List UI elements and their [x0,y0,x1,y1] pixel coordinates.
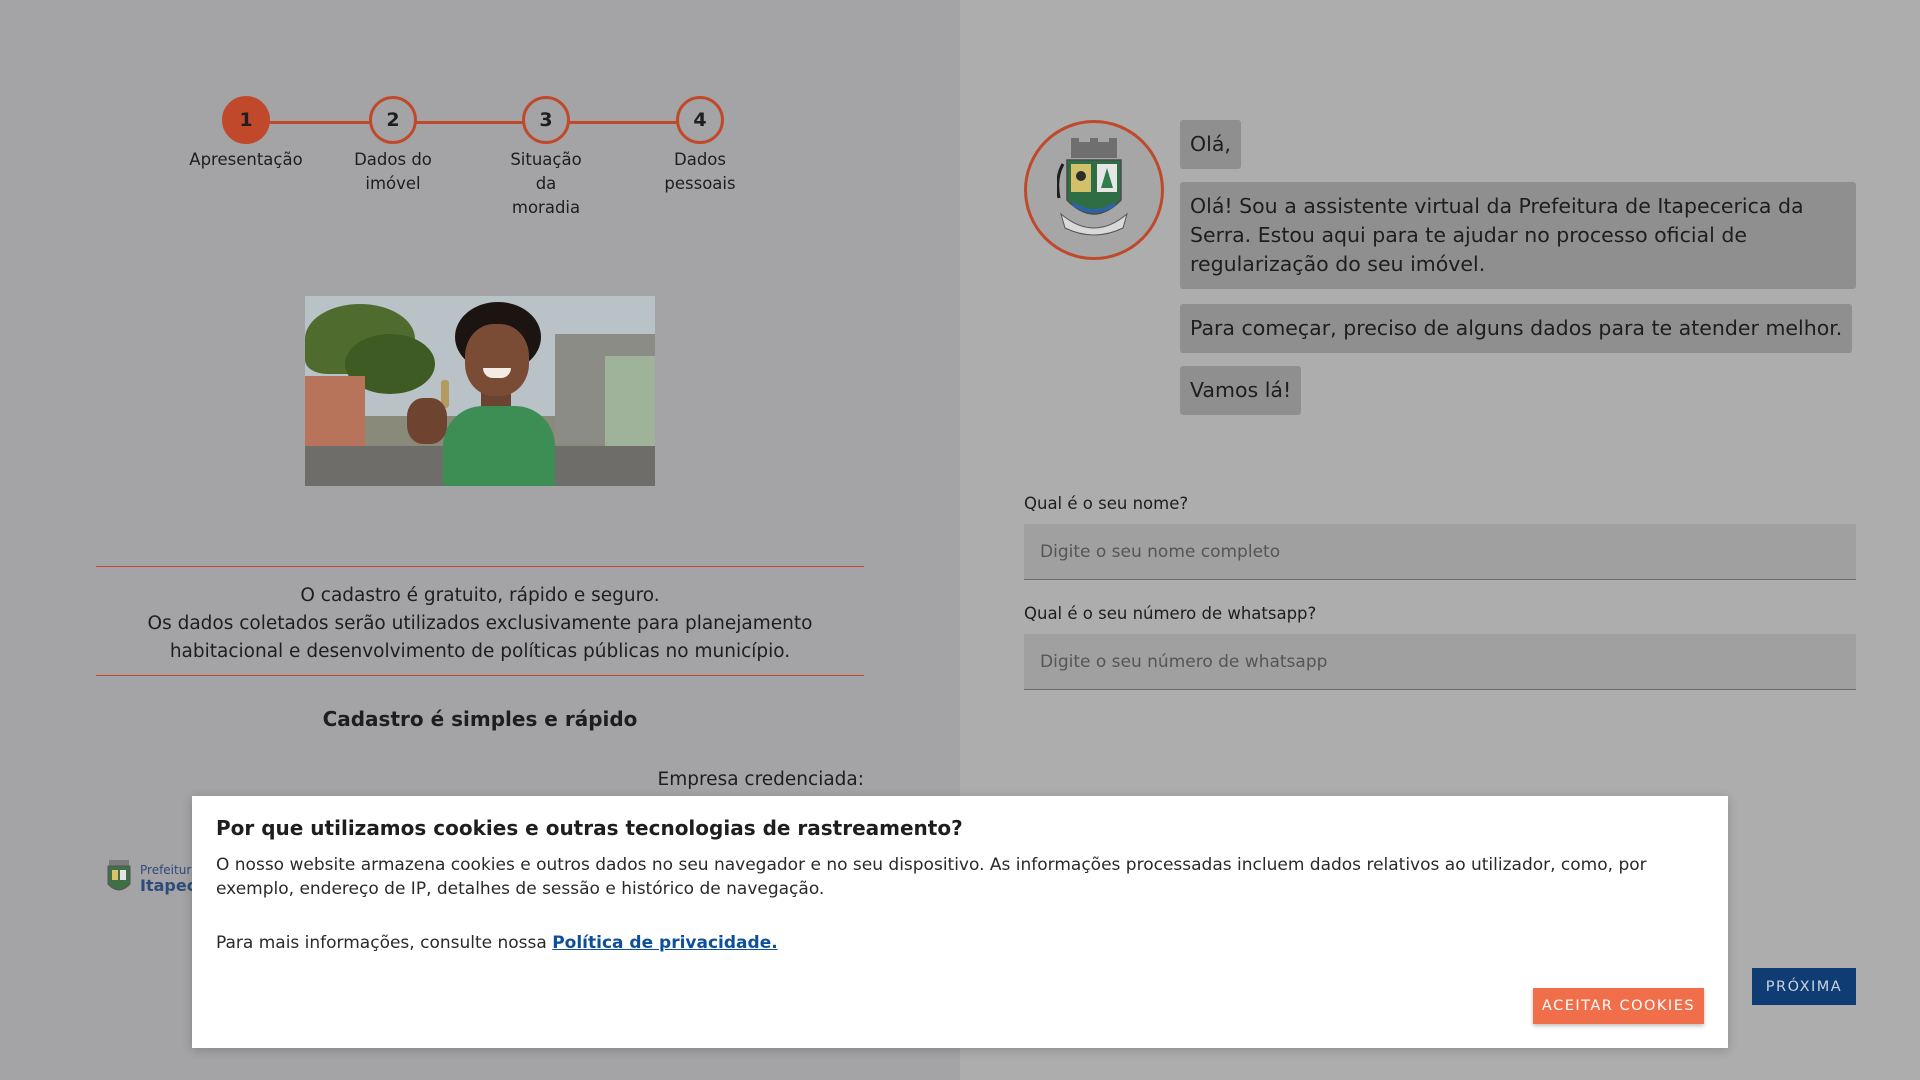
step-label: Apresentação [189,150,303,169]
step-3[interactable]: 3 Situação da moradia [506,96,586,220]
chat-message-4: Vamos lá! [1180,366,1302,415]
logo-text: Prefeitura Itapec [140,862,199,895]
step-4[interactable]: 4 Dados pessoais [650,96,750,196]
cookie-text: O nosso website armazena cookies e outro… [216,855,1647,899]
cookie-more-prefix: Para mais informações, consulte nossa [216,933,547,953]
info-line-2: Os dados coletados serão utilizados excl… [147,613,813,662]
info-line-1: O cadastro é gratuito, rápido e seguro. [300,585,660,606]
logo-text-line-2: Itapec [140,875,197,895]
whatsapp-label: Qual é o seu número de whatsapp? [1024,604,1317,623]
company-label: Empresa credenciada: [657,769,864,790]
step-circle: 4 [676,96,724,144]
accept-cookies-button[interactable]: ACEITAR COOKIES [1533,988,1704,1024]
step-circle: 2 [369,96,417,144]
cookie-banner: Por que utilizamos cookies e outras tecn… [192,796,1728,1048]
chat-message-2: Olá! Sou a assistente virtual da Prefeit… [1180,182,1856,289]
step-label: Situação da moradia [510,150,582,217]
chat-message-3: Para começar, preciso de alguns dados pa… [1180,304,1853,353]
assistant-avatar [1024,120,1164,260]
name-label: Qual é o seu nome? [1024,494,1189,513]
prefeitura-logo: Prefeitura Itapec [104,854,204,902]
cookie-more-info: Para mais informações, consulte nossa Po… [216,933,1704,953]
privacy-policy-link[interactable]: Política de privacidade. [552,933,777,953]
step-2[interactable]: 2 Dados do imóvel [343,96,443,196]
crest-icon [107,860,131,891]
whatsapp-input[interactable] [1024,634,1856,690]
progress-stepper: 1 Apresentação 2 Dados do imóvel 3 Situa… [189,96,768,236]
stepper-line [250,121,710,124]
step-circle: 1 [222,96,270,144]
hero-image [305,296,655,486]
name-input[interactable] [1024,524,1856,580]
chat-message-1: Olá, [1180,120,1241,169]
cookie-title: Por que utilizamos cookies e outras tecn… [216,816,963,840]
step-label: Dados pessoais [664,150,736,193]
step-1[interactable]: 1 Apresentação [186,96,306,172]
info-box: O cadastro é gratuito, rápido e seguro. … [96,566,864,676]
info-title: Cadastro é simples e rápido [322,707,638,731]
next-button[interactable]: PRÓXIMA [1752,968,1856,1005]
step-circle: 3 [522,96,570,144]
city-crest-icon [1057,138,1128,236]
step-label: Dados do imóvel [354,150,432,193]
